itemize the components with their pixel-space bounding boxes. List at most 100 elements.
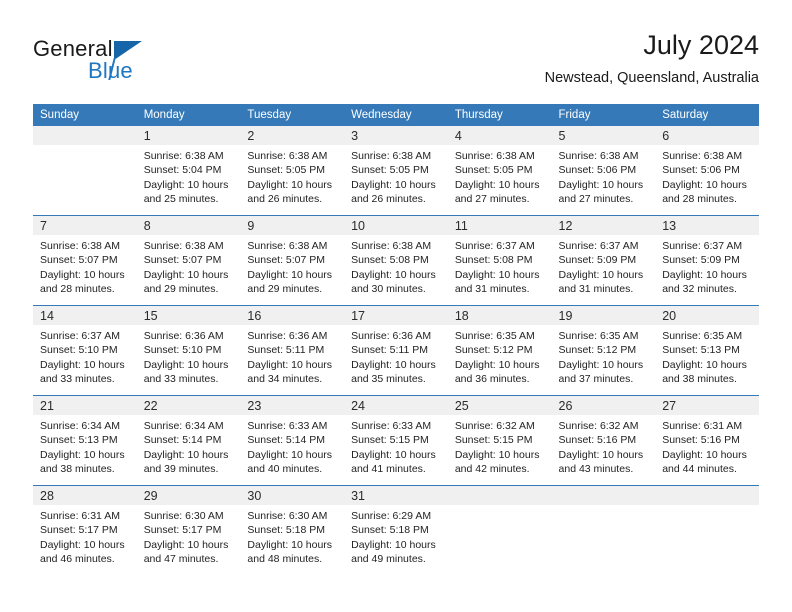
day-number-band: 9 — [240, 216, 345, 235]
weekday-header-tuesday: Tuesday — [240, 104, 345, 126]
calendar-day-cell[interactable]: 30 Sunrise: 6:30 AM Sunset: 5:18 PM Dayligh… — [240, 485, 345, 575]
calendar-day-cell[interactable]: 9 Sunrise: 6:38 AM Sunset: 5:07 PM Daylight… — [240, 215, 345, 306]
sunset-text: Sunset: 5:07 PM — [143, 254, 222, 267]
weekday-header-friday: Friday — [551, 104, 656, 126]
day-number: 29 — [143, 489, 158, 503]
calendar-day-cell[interactable]: 8 Sunrise: 6:38 AM Sunset: 5:07 PM Daylight… — [136, 215, 241, 306]
day-number: 2 — [247, 129, 255, 143]
calendar-day-cell[interactable]: 10 Sunrise: 6:38 AM Sunset: 5:08 PM Dayligh… — [344, 215, 448, 306]
calendar-day-cell[interactable]: 29 Sunrise: 6:30 AM Sunset: 5:17 PM Dayligh… — [136, 485, 241, 575]
day-details: Sunrise: 6:33 AM Sunset: 5:15 PM Daylight:… — [344, 415, 448, 476]
calendar-day-cell[interactable]: 31 Sunrise: 6:29 AM Sunset: 5:18 PM Dayligh… — [344, 485, 448, 575]
day-number-band: 4 — [447, 126, 552, 145]
calendar-day-cell[interactable] — [447, 485, 552, 575]
calendar-day-cell[interactable]: 27 Sunrise: 6:31 AM Sunset: 5:16 PM Dayligh… — [655, 395, 759, 486]
calendar-day-cell[interactable]: 1 Sunrise: 6:38 AM Sunset: 5:04 PM Daylight… — [136, 126, 241, 216]
calendar-day-cell[interactable] — [33, 126, 137, 216]
calendar-day-cell[interactable]: 26 Sunrise: 6:32 AM Sunset: 5:16 PM Dayligh… — [551, 395, 656, 486]
sunset-text: Sunset: 5:12 PM — [558, 344, 637, 357]
day-cell-content: 16 Sunrise: 6:36 AM Sunset: 5:11 PM Dayligh… — [240, 306, 345, 395]
sunrise-text: Sunrise: 6:38 AM — [662, 150, 743, 162]
day-details: Sunrise: 6:38 AM Sunset: 5:07 PM Daylight:… — [137, 235, 241, 296]
day-number-band: 18 — [447, 306, 552, 325]
daylight-text-line2: and 29 minutes. — [247, 282, 323, 295]
calendar-day-cell[interactable]: 19 Sunrise: 6:35 AM Sunset: 5:12 PM Dayligh… — [551, 305, 656, 396]
day-number: 13 — [662, 219, 677, 233]
day-cell-content: 29 Sunrise: 6:30 AM Sunset: 5:17 PM Dayligh… — [136, 486, 241, 575]
daylight-text-line1: Daylight: 10 hours — [40, 538, 125, 551]
calendar-day-cell[interactable]: 18 Sunrise: 6:35 AM Sunset: 5:12 PM Dayligh… — [447, 305, 552, 396]
day-number-band: 27 — [655, 396, 759, 415]
calendar-day-cell[interactable]: 16 Sunrise: 6:36 AM Sunset: 5:11 PM Dayligh… — [240, 305, 345, 396]
day-details: Sunrise: 6:35 AM Sunset: 5:12 PM Daylight:… — [448, 325, 552, 386]
calendar-day-cell[interactable] — [655, 485, 759, 575]
day-cell-content: 5 Sunrise: 6:38 AM Sunset: 5:06 PM Daylight… — [551, 126, 656, 215]
calendar-day-cell[interactable]: 4 Sunrise: 6:38 AM Sunset: 5:05 PM Daylight… — [447, 126, 552, 216]
daylight-text-line1: Daylight: 10 hours — [662, 448, 747, 461]
daylight-text-line2: and 29 minutes. — [143, 282, 219, 295]
day-cell-content: 21 Sunrise: 6:34 AM Sunset: 5:13 PM Dayligh… — [33, 396, 137, 485]
sunrise-text: Sunrise: 6:38 AM — [247, 240, 328, 252]
logo-text-blue: Blue — [88, 58, 133, 83]
daylight-text-line2: and 30 minutes. — [351, 282, 426, 295]
day-cell-content: 1 Sunrise: 6:38 AM Sunset: 5:04 PM Daylight… — [136, 126, 241, 215]
calendar-day-cell[interactable]: 14 Sunrise: 6:37 AM Sunset: 5:10 PM Dayligh… — [33, 305, 137, 396]
day-number-band — [33, 126, 137, 145]
day-cell-content: 19 Sunrise: 6:35 AM Sunset: 5:12 PM Dayligh… — [551, 306, 656, 395]
weekday-header-monday: Monday — [136, 104, 241, 126]
day-number: 27 — [662, 399, 677, 413]
calendar-day-cell[interactable]: 17 Sunrise: 6:36 AM Sunset: 5:11 PM Dayligh… — [344, 305, 448, 396]
day-number: 16 — [247, 309, 262, 323]
calendar-day-cell[interactable]: 20 Sunrise: 6:35 AM Sunset: 5:13 PM Dayligh… — [655, 305, 759, 396]
calendar-day-cell[interactable]: 15 Sunrise: 6:36 AM Sunset: 5:10 PM Dayligh… — [136, 305, 241, 396]
day-number-band: 19 — [551, 306, 656, 325]
calendar-day-cell[interactable] — [551, 485, 656, 575]
sunrise-text: Sunrise: 6:38 AM — [247, 150, 328, 162]
calendar-day-cell[interactable]: 23 Sunrise: 6:33 AM Sunset: 5:14 PM Dayligh… — [240, 395, 345, 486]
daylight-text-line1: Daylight: 10 hours — [40, 448, 125, 461]
daylight-text-line1: Daylight: 10 hours — [247, 448, 333, 461]
sunset-text: Sunset: 5:07 PM — [247, 254, 326, 267]
daylight-text-line2: and 28 minutes. — [40, 282, 115, 295]
calendar-day-cell[interactable]: 12 Sunrise: 6:37 AM Sunset: 5:09 PM Dayligh… — [551, 215, 656, 306]
daylight-text-line2: and 41 minutes. — [351, 462, 426, 475]
sunrise-text: Sunrise: 6:37 AM — [454, 240, 535, 252]
day-number-band: 23 — [240, 396, 345, 415]
sunrise-text: Sunrise: 6:32 AM — [454, 420, 535, 432]
sunrise-text: Sunrise: 6:35 AM — [558, 330, 639, 342]
day-number: 3 — [351, 129, 359, 143]
calendar-day-cell[interactable]: 21 Sunrise: 6:34 AM Sunset: 5:13 PM Dayligh… — [33, 395, 137, 486]
day-cell-content: 13 Sunrise: 6:37 AM Sunset: 5:09 PM Dayligh… — [655, 216, 759, 305]
day-number-band — [551, 486, 656, 505]
calendar-day-cell[interactable]: 28 Sunrise: 6:31 AM Sunset: 5:17 PM Dayligh… — [33, 485, 137, 575]
calendar-day-cell[interactable]: 24 Sunrise: 6:33 AM Sunset: 5:15 PM Dayligh… — [344, 395, 448, 486]
calendar-day-cell[interactable]: 2 Sunrise: 6:38 AM Sunset: 5:05 PM Daylight… — [240, 126, 345, 216]
day-cell-content: 25 Sunrise: 6:32 AM Sunset: 5:15 PM Dayligh… — [447, 396, 552, 485]
calendar-day-cell[interactable]: 11 Sunrise: 6:37 AM Sunset: 5:08 PM Dayligh… — [447, 215, 552, 306]
calendar-day-cell[interactable]: 3 Sunrise: 6:38 AM Sunset: 5:05 PM Daylight… — [344, 126, 448, 216]
calendar-body: 1 Sunrise: 6:38 AM Sunset: 5:04 PM Daylight… — [33, 126, 759, 575]
calendar-day-cell[interactable]: 25 Sunrise: 6:32 AM Sunset: 5:15 PM Dayligh… — [447, 395, 552, 486]
day-number: 1 — [143, 129, 151, 143]
calendar-day-cell[interactable]: 5 Sunrise: 6:38 AM Sunset: 5:06 PM Daylight… — [551, 126, 656, 216]
daylight-text-line1: Daylight: 10 hours — [662, 268, 747, 281]
day-number-band: 20 — [655, 306, 759, 325]
daylight-text-line1: Daylight: 10 hours — [351, 358, 436, 371]
day-number: 23 — [247, 399, 262, 413]
sunset-text: Sunset: 5:11 PM — [247, 344, 325, 357]
calendar-day-cell[interactable]: 13 Sunrise: 6:37 AM Sunset: 5:09 PM Dayligh… — [655, 215, 759, 306]
calendar-day-cell[interactable]: 22 Sunrise: 6:34 AM Sunset: 5:14 PM Dayligh… — [136, 395, 241, 486]
daylight-text-line1: Daylight: 10 hours — [40, 268, 125, 281]
day-cell-content — [33, 126, 137, 215]
sunset-text: Sunset: 5:06 PM — [558, 164, 637, 177]
general-blue-logo[interactable]: General Blue — [33, 36, 233, 92]
calendar-day-cell[interactable]: 7 Sunrise: 6:38 AM Sunset: 5:07 PM Daylight… — [33, 215, 137, 306]
sunset-text: Sunset: 5:08 PM — [454, 254, 533, 267]
day-cell-content: 10 Sunrise: 6:38 AM Sunset: 5:08 PM Dayligh… — [344, 216, 448, 305]
calendar-header-row: Sunday Monday Tuesday Wednesday Thursday… — [33, 104, 759, 126]
daylight-text-line2: and 35 minutes. — [351, 372, 426, 385]
day-cell-content: 17 Sunrise: 6:36 AM Sunset: 5:11 PM Dayligh… — [344, 306, 448, 395]
calendar-day-cell[interactable]: 6 Sunrise: 6:38 AM Sunset: 5:06 PM Daylight… — [655, 126, 759, 216]
day-details: Sunrise: 6:34 AM Sunset: 5:13 PM Daylight:… — [33, 415, 137, 476]
day-number-band — [447, 486, 552, 505]
